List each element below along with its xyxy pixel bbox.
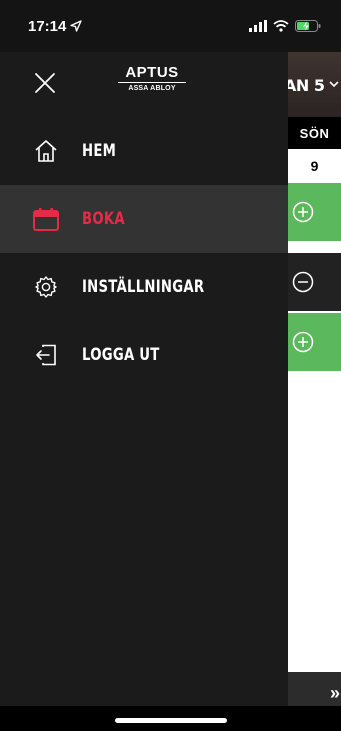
plus-circle-icon: [292, 201, 314, 223]
wifi-icon: [273, 20, 289, 32]
booking-calendar: AN 5 SÖN 9 »: [288, 52, 341, 731]
status-time: 17:14: [28, 17, 83, 35]
menu-item-label: HEM: [82, 141, 117, 161]
menu-item-logga-ut[interactable]: LOGGA UT: [0, 321, 288, 389]
navigation-drawer: APTUS ASSA ABLOY HEM BOKA INSTÄLLNINGAR …: [0, 52, 288, 706]
time-slot-available[interactable]: [288, 313, 341, 371]
time-slot-booked[interactable]: [288, 253, 341, 311]
day-column-header: SÖN: [288, 117, 341, 149]
drawer-header: APTUS ASSA ABLOY: [0, 52, 288, 114]
calendar-title: AN 5: [288, 76, 325, 95]
close-icon: [35, 73, 55, 93]
calendar-header: AN 5: [288, 52, 341, 117]
gear-icon: [32, 273, 60, 301]
drawer-menu: HEM BOKA INSTÄLLNINGAR LOGGA UT: [0, 117, 288, 389]
aptus-logo: APTUS ASSA ABLOY: [118, 64, 186, 92]
logo-sub-text: ASSA ABLOY: [128, 85, 176, 92]
plus-circle-icon: [292, 331, 314, 353]
home-icon: [32, 137, 60, 165]
status-time-text: 17:14: [28, 17, 67, 35]
battery-charging-icon: [295, 20, 321, 32]
logout-icon: [32, 341, 60, 369]
status-bar: 17:14: [0, 0, 341, 52]
status-icons: [249, 20, 321, 32]
next-week-button[interactable]: »: [330, 683, 340, 704]
menu-item-hem[interactable]: HEM: [0, 117, 288, 185]
menu-item-boka[interactable]: BOKA: [0, 185, 288, 253]
logo-main-text: APTUS: [125, 64, 179, 81]
location-arrow-icon: [70, 20, 83, 32]
close-button[interactable]: [28, 66, 62, 100]
menu-item-label: BOKA: [82, 209, 125, 229]
logo-divider: [118, 82, 186, 83]
menu-item-label: LOGGA UT: [82, 345, 160, 365]
day-label: SÖN: [299, 125, 330, 141]
time-slot-available[interactable]: [288, 183, 341, 241]
chevron-down-icon[interactable]: [329, 80, 339, 88]
signal-icon: [249, 20, 267, 32]
calendar-icon: [32, 205, 60, 233]
home-indicator-area: [0, 706, 341, 731]
menu-item-installningar[interactable]: INSTÄLLNINGAR: [0, 253, 288, 321]
menu-item-label: INSTÄLLNINGAR: [82, 277, 205, 297]
date-column-header: 9: [288, 149, 341, 184]
date-label: 9: [310, 158, 319, 174]
minus-circle-icon: [292, 271, 314, 293]
home-indicator[interactable]: [115, 718, 227, 723]
